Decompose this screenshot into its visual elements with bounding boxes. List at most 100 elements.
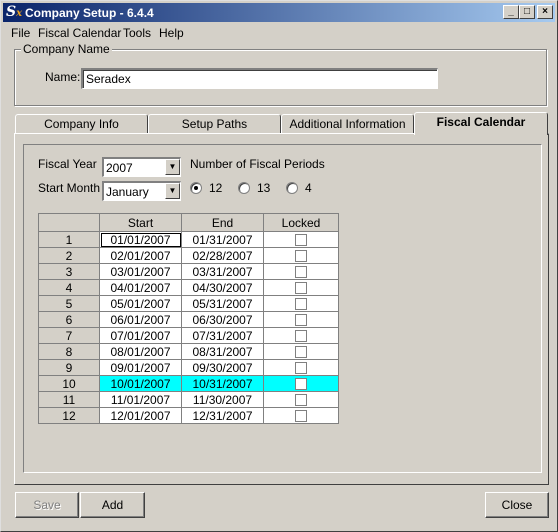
end-date-cell[interactable]: 08/31/2007 [181,343,264,360]
menu-fiscal-calendar[interactable]: Fiscal Calendar [38,26,121,40]
locked-checkbox[interactable] [295,378,307,391]
row-number[interactable]: 9 [38,359,100,376]
fiscal-periods-label: Number of Fiscal Periods [190,157,325,171]
window-title: Company Setup - 6.4.4 [25,6,154,20]
end-date-cell[interactable]: 05/31/2007 [181,295,264,312]
table-row[interactable]: 6 06/01/2007 06/30/2007 [38,311,339,328]
table-row[interactable]: 1 01/01/2007 01/31/2007 [38,231,339,248]
end-date-cell[interactable]: 04/30/2007 [181,279,264,296]
end-date-cell[interactable]: 12/31/2007 [181,407,264,424]
grid-header-locked[interactable]: Locked [263,213,339,232]
company-setup-window: Sx Company Setup - 6.4.4 _ □ × File Fisc… [0,0,558,532]
minimize-button[interactable]: _ [503,5,519,19]
close-window-button[interactable]: × [537,5,553,19]
locked-checkbox[interactable] [295,250,307,263]
end-date-cell[interactable]: 03/31/2007 [181,263,264,280]
start-date-cell[interactable]: 05/01/2007 [99,295,182,312]
fiscal-year-select[interactable]: 2007 ▼ [102,157,181,177]
start-date-cell[interactable]: 02/01/2007 [99,247,182,264]
start-date-cell[interactable]: 01/01/2007 [99,231,182,248]
table-row[interactable]: 4 04/01/2007 04/30/2007 [38,279,339,296]
chevron-down-icon[interactable]: ▼ [165,159,180,175]
locked-cell [263,391,339,408]
start-date-cell[interactable]: 10/01/2007 [99,375,182,392]
table-row[interactable]: 12 12/01/2007 12/31/2007 [38,407,339,424]
table-row[interactable]: 9 09/01/2007 09/30/2007 [38,359,339,376]
end-date-cell[interactable]: 01/31/2007 [181,231,264,248]
chevron-down-icon[interactable]: ▼ [165,183,180,199]
locked-checkbox[interactable] [295,330,307,343]
table-row[interactable]: 7 07/01/2007 07/31/2007 [38,327,339,344]
table-row[interactable]: 10 10/01/2007 10/31/2007 [38,375,339,392]
table-row[interactable]: 8 08/01/2007 08/31/2007 [38,343,339,360]
menu-file[interactable]: File [11,26,30,40]
save-button[interactable]: Save [15,492,79,518]
start-date-cell[interactable]: 03/01/2007 [99,263,182,280]
grid-corner [38,213,100,232]
row-number[interactable]: 6 [38,311,100,328]
start-date-cell[interactable]: 06/01/2007 [99,311,182,328]
end-date-cell[interactable]: 09/30/2007 [181,359,264,376]
tab-company-info[interactable]: Company Info [15,114,148,134]
start-month-select[interactable]: January ▼ [102,181,181,201]
close-button[interactable]: Close [485,492,549,518]
locked-cell [263,407,339,424]
table-row[interactable]: 11 11/01/2007 11/30/2007 [38,391,339,408]
row-number[interactable]: 3 [38,263,100,280]
locked-checkbox[interactable] [295,362,307,375]
start-month-value: January [106,185,149,199]
start-date-cell[interactable]: 09/01/2007 [99,359,182,376]
end-date-cell[interactable]: 07/31/2007 [181,327,264,344]
row-number[interactable]: 7 [38,327,100,344]
row-number[interactable]: 2 [38,247,100,264]
locked-checkbox[interactable] [295,234,307,247]
row-number[interactable]: 11 [38,391,100,408]
locked-checkbox[interactable] [295,346,307,359]
row-number[interactable]: 8 [38,343,100,360]
radio-periods-12[interactable] [190,182,202,194]
grid-header-start[interactable]: Start [99,213,182,232]
locked-cell [263,247,339,264]
start-date-cell[interactable]: 08/01/2007 [99,343,182,360]
table-row[interactable]: 2 02/01/2007 02/28/2007 [38,247,339,264]
add-button[interactable]: Add [80,492,145,518]
tab-setup-paths[interactable]: Setup Paths [148,114,281,134]
company-name-input[interactable]: Seradex [81,68,438,89]
tab-fiscal-calendar[interactable]: Fiscal Calendar [414,112,548,135]
start-date-cell[interactable]: 04/01/2007 [99,279,182,296]
start-month-label: Start Month [38,181,101,195]
title-bar[interactable]: Sx Company Setup - 6.4.4 _ □ × [3,3,555,22]
start-date-cell[interactable]: 07/01/2007 [99,327,182,344]
grid-header-end[interactable]: End [181,213,264,232]
radio-periods-4[interactable] [286,182,298,194]
end-date-cell[interactable]: 11/30/2007 [181,391,264,408]
maximize-button[interactable]: □ [519,5,535,19]
name-label: Name: [45,70,81,84]
locked-cell [263,279,339,296]
locked-cell [263,327,339,344]
radio-periods-13[interactable] [238,182,250,194]
row-number[interactable]: 12 [38,407,100,424]
locked-cell [263,359,339,376]
locked-checkbox[interactable] [295,282,307,295]
row-number[interactable]: 1 [38,231,100,248]
end-date-cell[interactable]: 10/31/2007 [181,375,264,392]
row-number[interactable]: 5 [38,295,100,312]
locked-checkbox[interactable] [295,410,307,423]
table-row[interactable]: 5 05/01/2007 05/31/2007 [38,295,339,312]
start-date-cell[interactable]: 12/01/2007 [99,407,182,424]
locked-checkbox[interactable] [295,394,307,407]
tab-additional-information[interactable]: Additional Information [281,114,414,134]
table-row[interactable]: 3 03/01/2007 03/31/2007 [38,263,339,280]
locked-checkbox[interactable] [295,298,307,311]
menu-tools[interactable]: Tools [123,26,151,40]
row-number[interactable]: 4 [38,279,100,296]
end-date-cell[interactable]: 02/28/2007 [181,247,264,264]
locked-cell [263,295,339,312]
end-date-cell[interactable]: 06/30/2007 [181,311,264,328]
locked-checkbox[interactable] [295,314,307,327]
row-number[interactable]: 10 [38,375,100,392]
start-date-cell[interactable]: 11/01/2007 [99,391,182,408]
menu-help[interactable]: Help [159,26,184,40]
locked-checkbox[interactable] [295,266,307,279]
